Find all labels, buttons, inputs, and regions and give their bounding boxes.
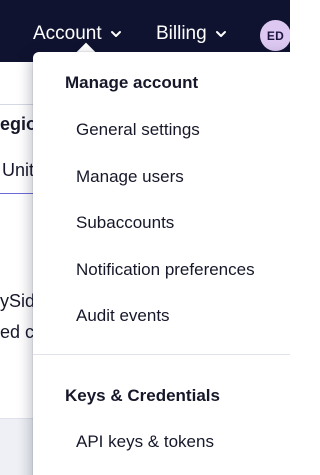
page: egion Unit ySid ed c Account Billing ED … — [0, 0, 290, 475]
region-select-fragment[interactable]: Unit — [0, 146, 33, 194]
menu-divider — [33, 354, 290, 355]
user-avatar[interactable]: ED — [260, 20, 290, 51]
menu-item-subaccounts[interactable]: Subaccounts — [76, 213, 174, 233]
background-text-line-2: ed c — [0, 322, 33, 342]
menu-item-api-keys-tokens[interactable]: API keys & tokens — [76, 432, 214, 452]
account-menu-button[interactable]: Account — [33, 22, 122, 46]
background-footer — [0, 418, 33, 475]
account-label: Account — [33, 23, 102, 44]
account-dropdown-menu: Manage account General settings Manage u… — [33, 52, 290, 475]
menu-item-notification-preferences[interactable]: Notification preferences — [76, 260, 255, 280]
region-label-fragment: egion — [0, 114, 33, 134]
chevron-down-icon — [215, 31, 226, 37]
billing-label: Billing — [156, 23, 207, 44]
background-divider — [0, 104, 33, 105]
region-value-fragment: Unit — [2, 160, 33, 180]
menu-item-audit-events[interactable]: Audit events — [76, 306, 170, 326]
background-text-line-1: ySid — [0, 291, 33, 311]
chevron-down-icon — [110, 31, 121, 37]
section-title-manage-account: Manage account — [65, 73, 199, 92]
menu-item-general-settings[interactable]: General settings — [76, 120, 200, 140]
menu-item-manage-users[interactable]: Manage users — [76, 167, 184, 187]
billing-menu-button[interactable]: Billing — [156, 22, 227, 46]
section-title-keys-credentials: Keys & Credentials — [65, 386, 220, 405]
